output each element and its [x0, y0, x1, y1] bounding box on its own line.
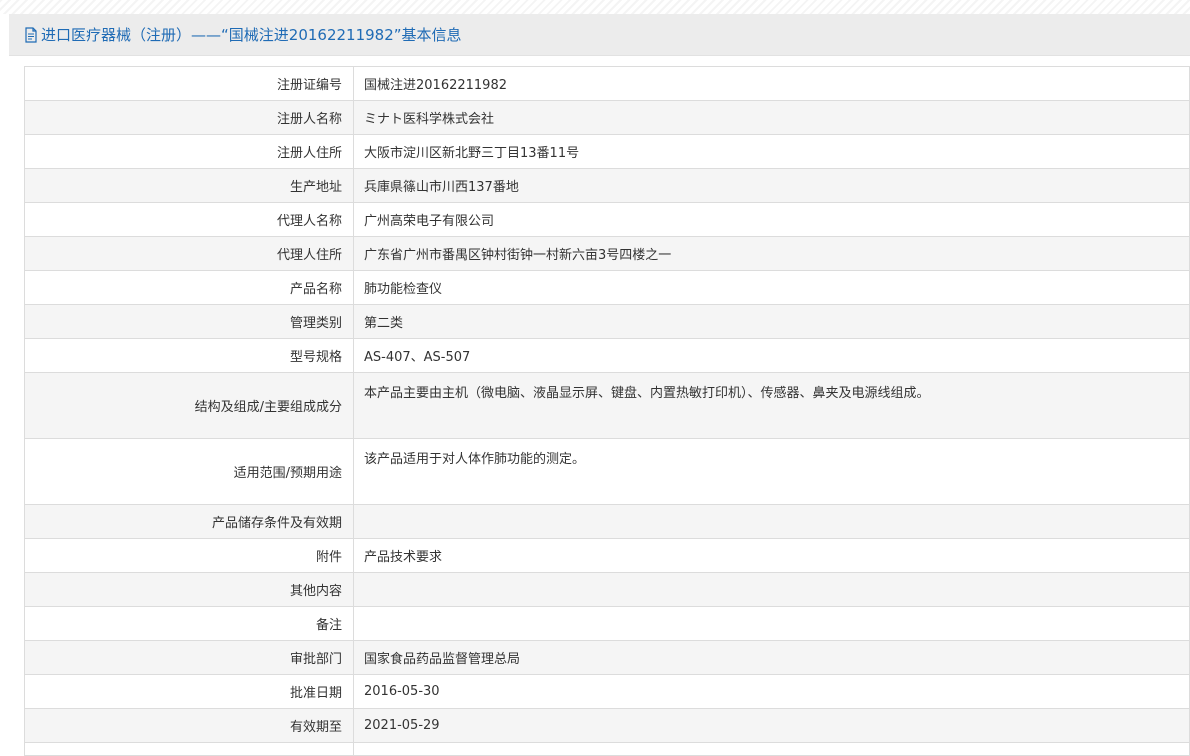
table-row: 有效期至 2021-05-29 [24, 708, 1190, 743]
row-value: ミナト医科学株式会社 [353, 100, 1190, 135]
table-row: 代理人住所 广东省广州市番禺区钟村街钟一村新六亩3号四楼之一 [24, 236, 1190, 271]
row-label: 代理人住所 [24, 236, 354, 271]
panel-header: 进口医疗器械（注册）——“国械注进20162211982”基本信息 [9, 14, 1190, 56]
table-row: 注册证编号 国械注进20162211982 [24, 66, 1190, 101]
table-row: 结构及组成/主要组成成分 本产品主要由主机（微电脑、液晶显示屏、键盘、内置热敏打… [24, 372, 1190, 439]
row-value: 大阪市淀川区新北野三丁目13番11号 [353, 134, 1190, 169]
row-label: 代理人名称 [24, 202, 354, 237]
row-value: 2016-05-30 [353, 674, 1190, 709]
row-value: 该产品适用于对人体作肺功能的测定。 [353, 438, 1190, 505]
row-label: 注册人住所 [24, 134, 354, 169]
info-panel: 进口医疗器械（注册）——“国械注进20162211982”基本信息 注册证编号 … [9, 14, 1190, 756]
table-row: 生产地址 兵庫県篠山市川西137番地 [24, 168, 1190, 203]
row-value: 2021-05-29 [353, 708, 1190, 743]
row-label: 结构及组成/主要组成成分 [24, 372, 354, 439]
table-row: 批准日期 2016-05-30 [24, 674, 1190, 709]
info-table: 注册证编号 国械注进20162211982 注册人名称 ミナト医科学株式会社 注… [24, 66, 1190, 756]
table-row: 型号规格 AS-407、AS-507 [24, 338, 1190, 373]
row-value: 广州高荣电子有限公司 [353, 202, 1190, 237]
row-value: 兵庫県篠山市川西137番地 [353, 168, 1190, 203]
page-title: 进口医疗器械（注册）——“国械注进20162211982”基本信息 [41, 26, 462, 44]
row-value: 广东省广州市番禺区钟村街钟一村新六亩3号四楼之一 [353, 236, 1190, 271]
table-row: 附件 产品技术要求 [24, 538, 1190, 573]
row-value [353, 606, 1190, 641]
row-label: 管理类别 [24, 304, 354, 339]
row-value: 本产品主要由主机（微电脑、液晶显示屏、键盘、内置热敏打印机）、传感器、鼻夹及电源… [353, 372, 1190, 439]
content-area: 注册证编号 国械注进20162211982 注册人名称 ミナト医科学株式会社 注… [9, 56, 1190, 756]
table-row: 其他内容 [24, 572, 1190, 607]
row-label: 产品名称 [24, 270, 354, 305]
row-value: 第二类 [353, 304, 1190, 339]
table-row-partial [24, 742, 1190, 756]
document-icon [25, 26, 37, 43]
row-value: 肺功能检查仪 [353, 270, 1190, 305]
table-row: 产品储存条件及有效期 [24, 504, 1190, 539]
row-label: 生产地址 [24, 168, 354, 203]
table-row: 审批部门 国家食品药品监督管理总局 [24, 640, 1190, 675]
table-row: 备注 [24, 606, 1190, 641]
row-label: 产品储存条件及有效期 [24, 504, 354, 539]
top-decorative-strip [0, 0, 1190, 14]
table-row: 适用范围/预期用途 该产品适用于对人体作肺功能的测定。 [24, 438, 1190, 505]
row-value: 国家食品药品监督管理总局 [353, 640, 1190, 675]
row-value: AS-407、AS-507 [353, 338, 1190, 373]
row-label: 注册人名称 [24, 100, 354, 135]
row-value [353, 572, 1190, 607]
table-row: 注册人名称 ミナト医科学株式会社 [24, 100, 1190, 135]
table-row: 代理人名称 广州高荣电子有限公司 [24, 202, 1190, 237]
row-value [353, 742, 1190, 756]
row-label: 型号规格 [24, 338, 354, 373]
row-label: 审批部门 [24, 640, 354, 675]
table-row: 管理类别 第二类 [24, 304, 1190, 339]
table-row: 注册人住所 大阪市淀川区新北野三丁目13番11号 [24, 134, 1190, 169]
row-value: 国械注进20162211982 [353, 66, 1190, 101]
row-label: 其他内容 [24, 572, 354, 607]
row-label: 适用范围/预期用途 [24, 438, 354, 505]
row-value [353, 504, 1190, 539]
row-label [24, 742, 354, 756]
row-label: 批准日期 [24, 674, 354, 709]
row-label: 注册证编号 [24, 66, 354, 101]
row-label: 备注 [24, 606, 354, 641]
table-row: 产品名称 肺功能检查仪 [24, 270, 1190, 305]
row-label: 有效期至 [24, 708, 354, 743]
row-value: 产品技术要求 [353, 538, 1190, 573]
row-label: 附件 [24, 538, 354, 573]
